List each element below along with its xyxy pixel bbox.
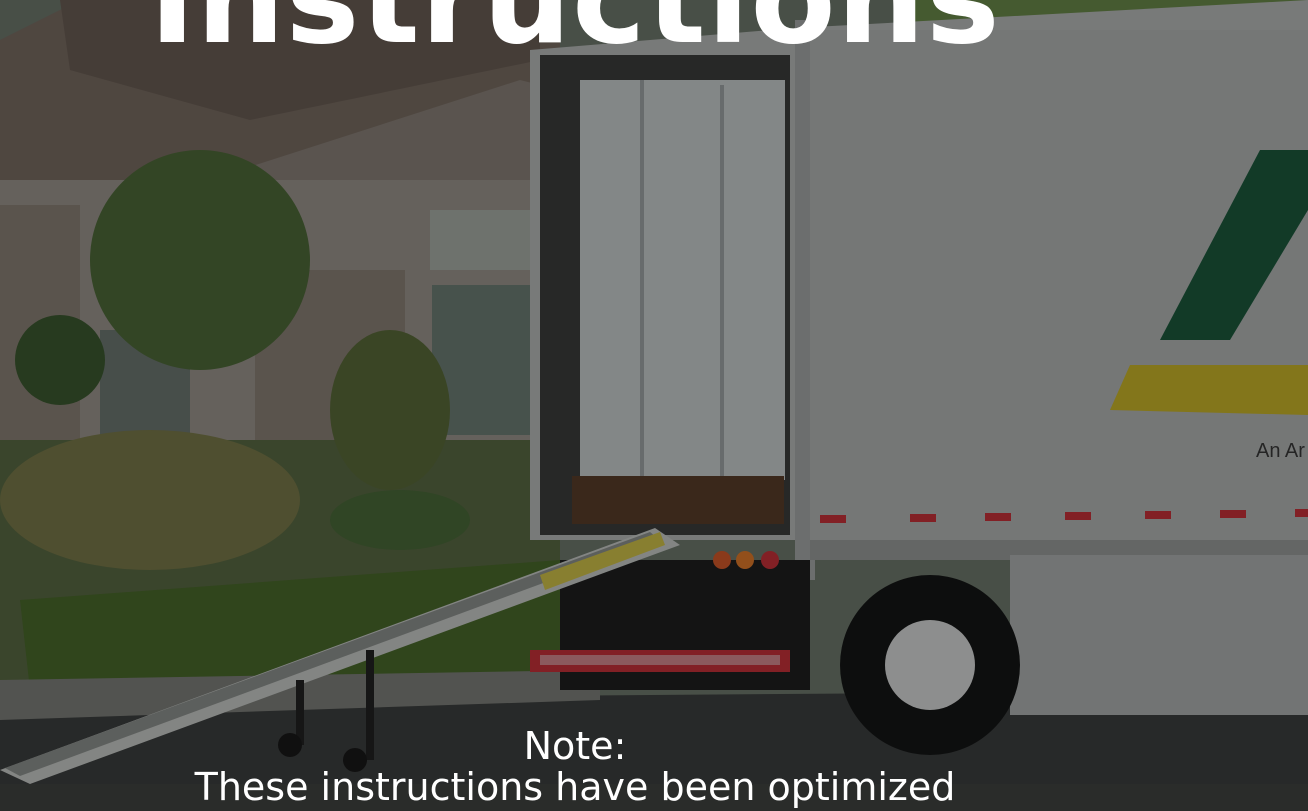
- note-label: Note:: [523, 724, 627, 768]
- note-text: These instructions have been optimized: [194, 765, 956, 809]
- hero-background-image: An Ar: [0, 0, 1308, 784]
- page-title: Instructions: [149, 0, 1001, 72]
- dark-overlay: [0, 0, 1308, 784]
